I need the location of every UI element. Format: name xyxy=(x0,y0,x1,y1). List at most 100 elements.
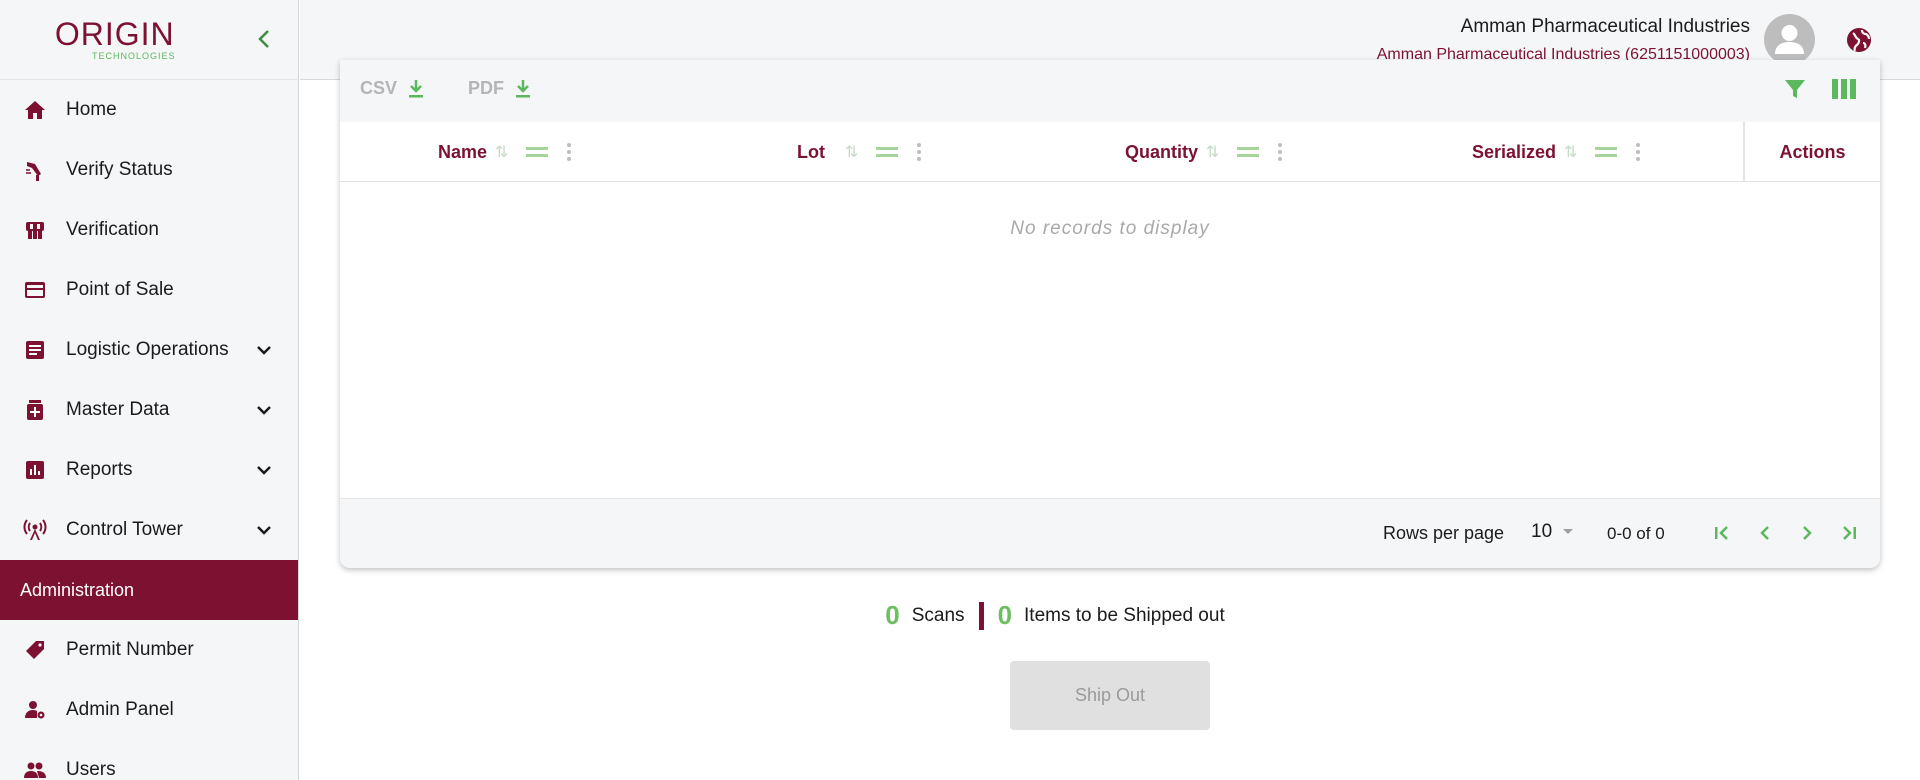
sidebar-item-label: Home xyxy=(66,99,117,120)
drag-handle-icon[interactable] xyxy=(1595,146,1618,158)
sidebar-item-label: Users xyxy=(66,759,116,780)
chevron-down-icon[interactable] xyxy=(254,460,274,480)
drag-handle-icon[interactable] xyxy=(526,146,549,158)
sidebar-item-control-tower[interactable]: Control Tower xyxy=(0,500,298,560)
avatar[interactable] xyxy=(1764,14,1815,65)
caret-down-icon[interactable] xyxy=(1560,523,1576,539)
column-label[interactable]: Lot xyxy=(797,142,825,163)
list-document-icon xyxy=(22,337,48,363)
tag-icon xyxy=(22,637,48,663)
scans-count: 0 xyxy=(885,600,900,630)
language-button[interactable] xyxy=(1845,26,1873,54)
sidebar-item-reports[interactable]: Reports xyxy=(0,440,298,500)
collapse-sidebar-button[interactable] xyxy=(254,26,274,52)
logo-subtext: TECHNOLOGIES xyxy=(92,51,176,61)
column-label[interactable]: Name xyxy=(438,142,487,163)
sidebar-item-label: Verification xyxy=(66,219,159,240)
more-vert-icon[interactable] xyxy=(1277,142,1283,162)
columns-button[interactable] xyxy=(1830,76,1858,102)
download-icon xyxy=(516,79,530,97)
column-label: Actions xyxy=(1779,141,1846,162)
sidebar-item-label: Reports xyxy=(66,459,133,480)
download-icon xyxy=(409,79,424,97)
column-label[interactable]: Quantity xyxy=(1125,142,1198,163)
sort-icon[interactable]: ⇅ xyxy=(1564,142,1577,162)
chevron-down-icon[interactable] xyxy=(254,400,274,420)
chevron-down-icon[interactable] xyxy=(254,340,274,360)
items-table-card: CSV PDF Name ⇅ Lot ⇅ Quantity ⇅ Serializ… xyxy=(340,60,1880,568)
filter-icon xyxy=(1785,80,1805,98)
sidebar-item-label: Control Tower xyxy=(66,519,183,540)
scans-label: Scans xyxy=(911,604,965,626)
next-page-icon[interactable] xyxy=(1795,521,1819,545)
sidebar-item-logistic-operations[interactable]: Logistic Operations xyxy=(0,320,298,380)
table-toolbar: CSV PDF xyxy=(340,60,1880,122)
sidebar-item-label: Point of Sale xyxy=(66,279,174,300)
sidebar-item-master-data[interactable]: Master Data xyxy=(0,380,298,440)
export-pdf-label: PDF xyxy=(468,78,504,98)
column-header-lot[interactable]: Lot ⇅ xyxy=(797,122,922,182)
sidebar-item-label: Master Data xyxy=(66,399,170,420)
app-root: ORIGIN TECHNOLOGIES Home Verify Status V… xyxy=(0,0,1920,780)
column-header-quantity[interactable]: Quantity ⇅ xyxy=(1125,122,1283,182)
more-vert-icon[interactable] xyxy=(1635,142,1641,162)
sidebar-item-label: Verify Status xyxy=(66,159,173,180)
tower-icon xyxy=(22,517,48,543)
export-pdf-button[interactable]: PDF xyxy=(468,78,532,99)
first-page-icon[interactable] xyxy=(1710,521,1734,545)
rows-per-page-select[interactable]: 10 xyxy=(1531,521,1552,543)
pagination-range: 0-0 of 0 xyxy=(1607,524,1665,543)
sort-icon[interactable]: ⇅ xyxy=(1206,142,1219,162)
chevron-left-icon xyxy=(258,30,269,48)
sidebar-item-point-of-sale[interactable]: Point of Sale xyxy=(0,260,298,320)
table-header: Name ⇅ Lot ⇅ Quantity ⇅ Serialized ⇅ Act… xyxy=(340,122,1880,182)
export-csv-button[interactable]: CSV xyxy=(360,78,425,99)
sidebar-item-label: Logistic Operations xyxy=(66,339,229,360)
brand: ORIGIN TECHNOLOGIES xyxy=(0,0,298,80)
more-vert-icon[interactable] xyxy=(916,142,922,162)
users-icon xyxy=(22,757,48,780)
user-gear-icon xyxy=(22,697,48,723)
filter-button[interactable] xyxy=(1782,76,1810,102)
sidebar: ORIGIN TECHNOLOGIES Home Verify Status V… xyxy=(0,0,299,780)
scanner-icon xyxy=(22,157,48,183)
sidebar-nav: Home Verify Status Verification Point of… xyxy=(0,80,298,780)
bar-chart-icon xyxy=(22,457,48,483)
sort-icon[interactable]: ⇅ xyxy=(845,142,858,162)
shipment-summary: 0 Scans 0 Items to be Shipped out xyxy=(0,600,1920,631)
sidebar-item-verify-status[interactable]: Verify Status xyxy=(0,140,298,200)
sort-icon[interactable]: ⇅ xyxy=(495,142,508,162)
table-pagination: Rows per page 10 0-0 of 0 xyxy=(340,498,1880,568)
logo-text: ORIGIN xyxy=(54,16,175,52)
column-label[interactable]: Serialized xyxy=(1472,142,1556,163)
sidebar-section-label: Administration xyxy=(20,579,135,600)
more-vert-icon[interactable] xyxy=(566,142,572,162)
column-header-actions: Actions xyxy=(1743,122,1880,182)
summary-inner: 0 Scans 0 Items to be Shipped out xyxy=(885,600,1224,631)
summary-divider xyxy=(978,601,984,630)
sidebar-item-verification[interactable]: Verification xyxy=(0,200,298,260)
drag-handle-icon[interactable] xyxy=(876,146,899,158)
items-label: Items to be Shipped out xyxy=(1024,604,1225,626)
empty-state-message: No records to display xyxy=(1010,218,1210,239)
org-name: Amman Pharmaceutical Industries xyxy=(1460,16,1750,37)
user-avatar-icon xyxy=(1775,25,1804,54)
previous-page-icon[interactable] xyxy=(1753,521,1777,545)
origin-logo[interactable]: ORIGIN TECHNOLOGIES xyxy=(54,18,176,61)
last-page-icon[interactable] xyxy=(1837,521,1861,545)
ship-out-button[interactable]: Ship Out xyxy=(1010,661,1210,730)
columns-icon xyxy=(1832,79,1856,99)
globe-icon xyxy=(1847,28,1871,52)
sidebar-item-users[interactable]: Users xyxy=(0,740,298,780)
column-header-name[interactable]: Name ⇅ xyxy=(438,122,572,182)
chevron-down-icon[interactable] xyxy=(254,520,274,540)
column-header-serialized[interactable]: Serialized ⇅ xyxy=(1472,122,1641,182)
drag-handle-icon[interactable] xyxy=(1237,146,1260,158)
rows-per-page-label: Rows per page xyxy=(1383,523,1505,543)
sidebar-item-label: Admin Panel xyxy=(66,699,174,720)
sidebar-item-admin-panel[interactable]: Admin Panel xyxy=(0,680,298,740)
home-icon xyxy=(22,97,48,123)
items-count: 0 xyxy=(997,600,1013,630)
sidebar-item-home[interactable]: Home xyxy=(0,80,298,140)
credit-card-icon xyxy=(22,277,48,303)
